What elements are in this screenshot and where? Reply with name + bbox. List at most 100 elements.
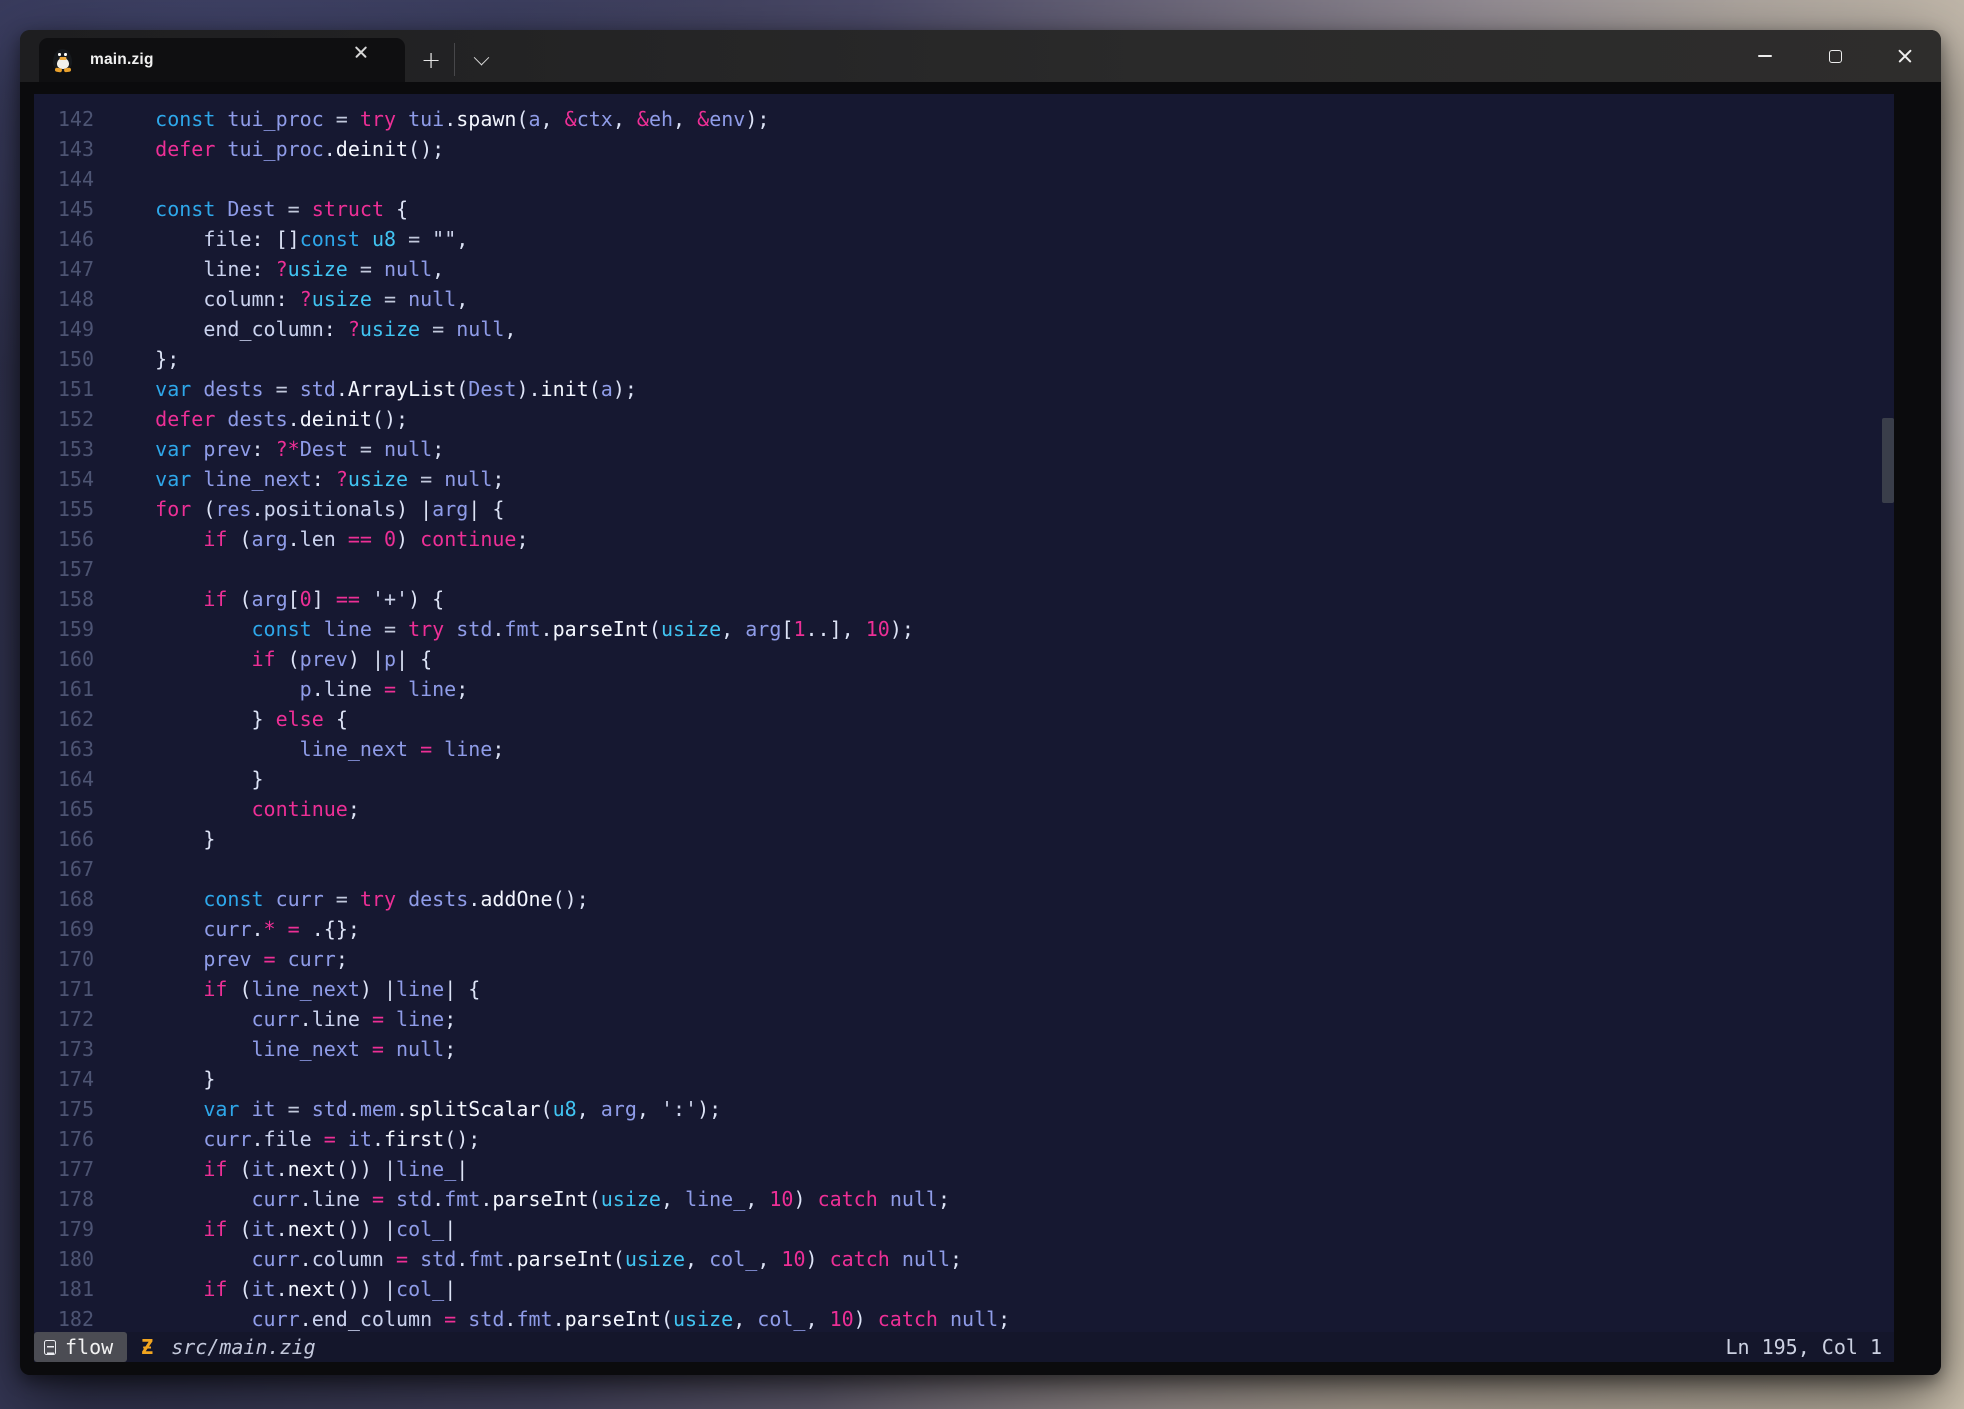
desktop-wallpaper: { "colors": { "editor_bg": "#161831", "t… bbox=[0, 0, 1964, 1409]
line-number: 180 bbox=[34, 1244, 94, 1274]
code-line[interactable]: 158 if (arg[0] == '+') { bbox=[34, 584, 1894, 614]
file-path: src/main.zig bbox=[171, 1335, 316, 1359]
code-line[interactable]: 144 bbox=[34, 164, 1894, 194]
code-area[interactable]: 142 const tui_proc = try tui.spawn(a, &c… bbox=[34, 104, 1894, 1334]
code-line[interactable]: 157 bbox=[34, 554, 1894, 584]
code-line[interactable]: 176 curr.file = it.first(); bbox=[34, 1124, 1894, 1154]
line-number: 152 bbox=[34, 404, 94, 434]
code-line[interactable]: 171 if (line_next) |line| { bbox=[34, 974, 1894, 1004]
code-line[interactable]: 168 const curr = try dests.addOne(); bbox=[34, 884, 1894, 914]
code-line[interactable]: 174 } bbox=[34, 1064, 1894, 1094]
code-line[interactable]: 142 const tui_proc = try tui.spawn(a, &c… bbox=[34, 104, 1894, 134]
minimize-button[interactable] bbox=[1737, 30, 1793, 82]
code-line[interactable]: 148 column: ?usize = null, bbox=[34, 284, 1894, 314]
line-number: 153 bbox=[34, 434, 94, 464]
zig-logo-icon: Ƶ bbox=[141, 1335, 153, 1359]
code-line[interactable]: 152 defer dests.deinit(); bbox=[34, 404, 1894, 434]
code-line[interactable]: 145 const Dest = struct { bbox=[34, 194, 1894, 224]
code-line[interactable]: 155 for (res.positionals) |arg| { bbox=[34, 494, 1894, 524]
code-line[interactable]: 150 }; bbox=[34, 344, 1894, 374]
titlebar[interactable]: main.zig + bbox=[20, 30, 1941, 82]
code-text: if (line_next) |line| { bbox=[107, 974, 480, 1004]
code-text: for (res.positionals) |arg| { bbox=[107, 494, 504, 524]
line-number: 158 bbox=[34, 584, 94, 614]
code-text: } else { bbox=[107, 704, 348, 734]
code-line[interactable]: 156 if (arg.len == 0) continue; bbox=[34, 524, 1894, 554]
line-number: 150 bbox=[34, 344, 94, 374]
code-line[interactable]: 159 const line = try std.fmt.parseInt(us… bbox=[34, 614, 1894, 644]
code-line[interactable]: 182 curr.end_column = std.fmt.parseInt(u… bbox=[34, 1304, 1894, 1334]
new-tab-button[interactable]: + bbox=[409, 38, 453, 82]
line-number: 151 bbox=[34, 374, 94, 404]
code-text: curr.end_column = std.fmt.parseInt(usize… bbox=[107, 1304, 1010, 1334]
code-line[interactable]: 167 bbox=[34, 854, 1894, 884]
code-line[interactable]: 175 var it = std.mem.splitScalar(u8, arg… bbox=[34, 1094, 1894, 1124]
line-number: 173 bbox=[34, 1034, 94, 1064]
code-line[interactable]: 166 } bbox=[34, 824, 1894, 854]
code-line[interactable]: 172 curr.line = line; bbox=[34, 1004, 1894, 1034]
tab-close-icon[interactable] bbox=[361, 52, 377, 68]
line-number: 154 bbox=[34, 464, 94, 494]
line-number: 169 bbox=[34, 914, 94, 944]
code-text: var it = std.mem.splitScalar(u8, arg, ':… bbox=[107, 1094, 721, 1124]
line-number: 142 bbox=[34, 104, 94, 134]
code-line[interactable]: 164 } bbox=[34, 764, 1894, 794]
app-name: flow bbox=[65, 1335, 113, 1359]
code-line[interactable]: 147 line: ?usize = null, bbox=[34, 254, 1894, 284]
tab-main-zig[interactable]: main.zig bbox=[39, 38, 405, 82]
code-text: if (prev) |p| { bbox=[107, 644, 432, 674]
terminal-window: main.zig + 142 const tui_proc = try tui.… bbox=[20, 30, 1941, 1375]
code-line[interactable]: 181 if (it.next()) |col_| bbox=[34, 1274, 1894, 1304]
code-line[interactable]: 151 var dests = std.ArrayList(Dest).init… bbox=[34, 374, 1894, 404]
tabbar-divider bbox=[454, 43, 455, 76]
line-number: 157 bbox=[34, 554, 94, 584]
code-line[interactable]: 146 file: []const u8 = "", bbox=[34, 224, 1894, 254]
code-text: curr.file = it.first(); bbox=[107, 1124, 480, 1154]
code-line[interactable]: 170 prev = curr; bbox=[34, 944, 1894, 974]
line-number: 164 bbox=[34, 764, 94, 794]
code-line[interactable]: 179 if (it.next()) |col_| bbox=[34, 1214, 1894, 1244]
code-line[interactable]: 143 defer tui_proc.deinit(); bbox=[34, 134, 1894, 164]
tab-dropdown-button[interactable] bbox=[461, 38, 501, 82]
line-number: 179 bbox=[34, 1214, 94, 1244]
line-number: 159 bbox=[34, 614, 94, 644]
code-line[interactable]: 177 if (it.next()) |line_| bbox=[34, 1154, 1894, 1184]
code-text: curr.* = .{}; bbox=[107, 914, 360, 944]
code-line[interactable]: 165 continue; bbox=[34, 794, 1894, 824]
code-text: var prev: ?*Dest = null; bbox=[107, 434, 444, 464]
code-text: prev = curr; bbox=[107, 944, 348, 974]
line-number: 182 bbox=[34, 1304, 94, 1334]
document-icon bbox=[44, 1340, 56, 1355]
code-text: defer dests.deinit(); bbox=[107, 404, 408, 434]
editor-pane[interactable]: 142 const tui_proc = try tui.spawn(a, &c… bbox=[34, 94, 1894, 1362]
code-line[interactable]: 169 curr.* = .{}; bbox=[34, 914, 1894, 944]
code-line[interactable]: 153 var prev: ?*Dest = null; bbox=[34, 434, 1894, 464]
code-text: var dests = std.ArrayList(Dest).init(a); bbox=[107, 374, 637, 404]
cursor-position: Ln 195, Col 1 bbox=[1725, 1335, 1882, 1359]
close-button[interactable] bbox=[1877, 30, 1933, 82]
line-number: 155 bbox=[34, 494, 94, 524]
line-number: 145 bbox=[34, 194, 94, 224]
maximize-button[interactable] bbox=[1807, 30, 1863, 82]
code-line[interactable]: 163 line_next = line; bbox=[34, 734, 1894, 764]
app-menu-button[interactable]: flow bbox=[34, 1332, 127, 1362]
code-line[interactable]: 149 end_column: ?usize = null, bbox=[34, 314, 1894, 344]
code-line[interactable]: 154 var line_next: ?usize = null; bbox=[34, 464, 1894, 494]
line-number: 165 bbox=[34, 794, 94, 824]
line-number: 149 bbox=[34, 314, 94, 344]
code-text: const Dest = struct { bbox=[107, 194, 408, 224]
code-line[interactable]: 160 if (prev) |p| { bbox=[34, 644, 1894, 674]
code-text: const tui_proc = try tui.spawn(a, &ctx, … bbox=[107, 104, 769, 134]
code-line[interactable]: 173 line_next = null; bbox=[34, 1034, 1894, 1064]
code-text: continue; bbox=[107, 794, 360, 824]
code-line[interactable]: 162 } else { bbox=[34, 704, 1894, 734]
code-text: curr.column = std.fmt.parseInt(usize, co… bbox=[107, 1244, 962, 1274]
code-text: var line_next: ?usize = null; bbox=[107, 464, 504, 494]
code-text: if (arg[0] == '+') { bbox=[107, 584, 444, 614]
code-line[interactable]: 178 curr.line = std.fmt.parseInt(usize, … bbox=[34, 1184, 1894, 1214]
code-text: } bbox=[107, 824, 215, 854]
code-line[interactable]: 161 p.line = line; bbox=[34, 674, 1894, 704]
code-line[interactable]: 180 curr.column = std.fmt.parseInt(usize… bbox=[34, 1244, 1894, 1274]
scrollbar-thumb[interactable] bbox=[1882, 418, 1894, 503]
code-text: curr.line = std.fmt.parseInt(usize, line… bbox=[107, 1184, 950, 1214]
